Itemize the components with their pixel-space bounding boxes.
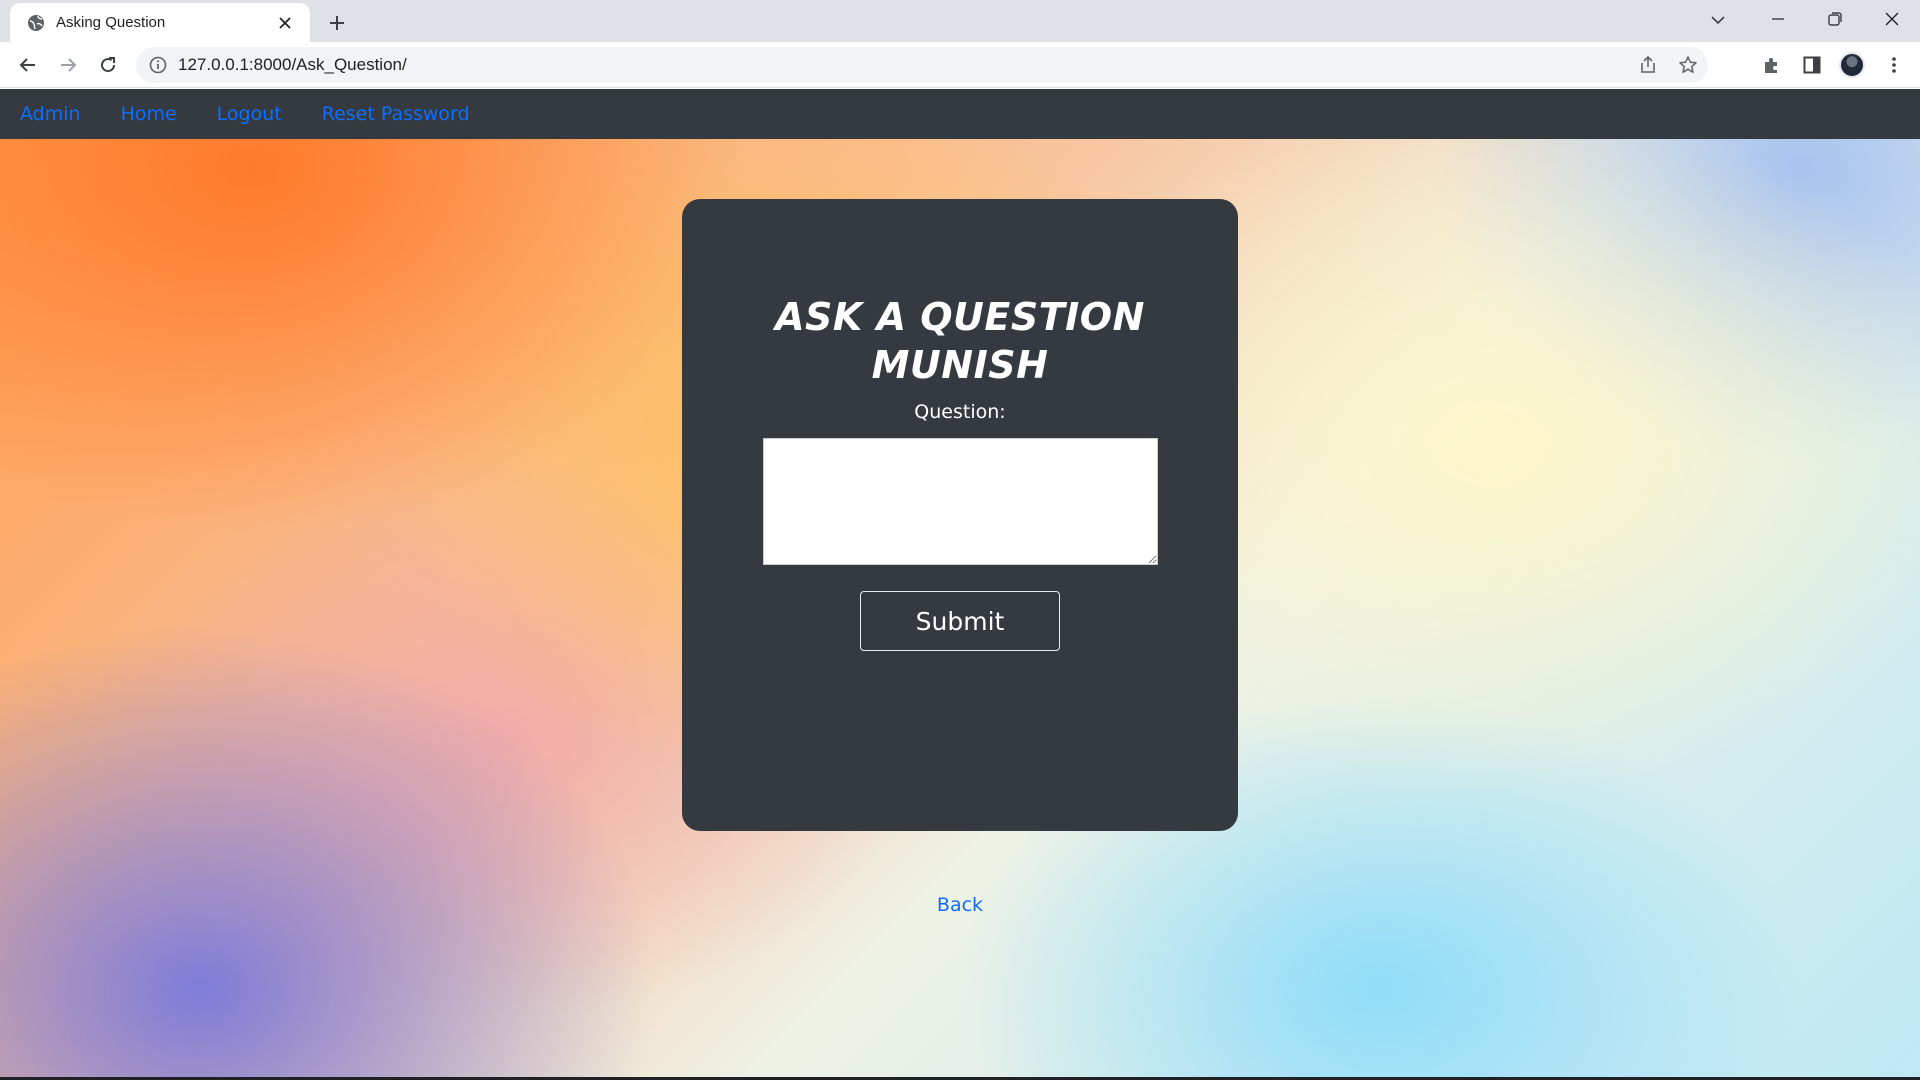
title-line-1: ASK A QUESTION: [775, 295, 1145, 339]
share-icon[interactable]: [1628, 47, 1668, 83]
info-icon[interactable]: [148, 55, 168, 75]
close-icon[interactable]: [274, 12, 296, 34]
avatar-button[interactable]: [1836, 49, 1868, 81]
omnibox-actions: [1628, 47, 1708, 83]
page-viewport: Admin Home Logout Reset Password ASK A Q…: [0, 89, 1920, 1077]
ask-question-card: ASK A QUESTION MUNISH Question: Submit: [682, 199, 1238, 831]
extensions-icon[interactable]: [1756, 49, 1788, 81]
globe-icon: [26, 13, 46, 33]
question-label: Question:: [914, 401, 1006, 423]
back-arrow-icon[interactable]: [12, 49, 44, 81]
plus-icon[interactable]: [322, 9, 352, 37]
reload-icon[interactable]: [92, 49, 124, 81]
browser-tab[interactable]: Asking Question: [10, 3, 310, 42]
restore-icon[interactable]: [1806, 0, 1863, 38]
address-bar[interactable]: 127.0.0.1:8000/Ask_Question/: [136, 47, 1708, 83]
app-navbar: Admin Home Logout Reset Password: [0, 89, 1920, 139]
more-vert-icon[interactable]: [1878, 49, 1910, 81]
submit-button[interactable]: Submit: [860, 591, 1060, 651]
window-controls: [1749, 0, 1920, 38]
browser-toolbar: 127.0.0.1:8000/Ask_Question/: [0, 42, 1920, 88]
question-textarea[interactable]: [762, 438, 1158, 565]
forward-arrow-icon[interactable]: [52, 49, 84, 81]
nav-link-logout[interactable]: Logout: [217, 103, 282, 125]
back-link[interactable]: Back: [920, 894, 1000, 916]
title-line-2: MUNISH: [871, 343, 1049, 387]
nav-link-admin[interactable]: Admin: [20, 103, 81, 125]
chevron-down-icon[interactable]: [1703, 6, 1733, 34]
minimize-icon[interactable]: [1749, 0, 1806, 38]
url-text: 127.0.0.1:8000/Ask_Question/: [178, 55, 407, 74]
page-title: ASK A QUESTION MUNISH: [682, 293, 1238, 389]
avatar: [1839, 52, 1865, 78]
side-panel-icon[interactable]: [1796, 49, 1828, 81]
nav-link-home[interactable]: Home: [121, 103, 177, 125]
browser-tab-strip: Asking Question: [0, 0, 1920, 42]
tab-title: Asking Question: [56, 14, 166, 31]
nav-link-reset-password[interactable]: Reset Password: [322, 103, 470, 125]
star-icon[interactable]: [1668, 47, 1708, 83]
window-close-icon[interactable]: [1863, 0, 1920, 38]
